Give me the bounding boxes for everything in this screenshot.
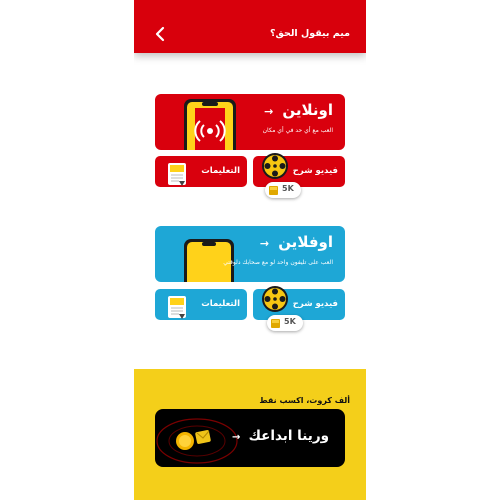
offline-instructions-label: التعليمات [201,299,240,309]
online-instructions-label: التعليمات [201,166,240,176]
online-title: اونلاين → [264,101,333,119]
offline-video-cost-badge: 5K [267,315,303,331]
coin-stack-icon [271,319,280,328]
promo-caption: ألف كروت، اكسب نقط [259,396,350,405]
create-cards-text: ورينا ابداعك [248,428,329,444]
phone-signal-illustration [184,99,236,150]
online-video-button[interactable]: فيديو شرح [253,153,345,187]
instructions-document-icon [168,163,186,186]
create-cards-button[interactable]: ورينا ابداعك → [155,409,345,467]
online-mode-card[interactable]: اونلاين → العب مع أي حد في أي مكان [155,94,345,150]
arrow-right-icon: → [264,105,278,118]
offline-video-badge-text: 5K [284,317,296,326]
arrow-right-icon: → [259,237,273,250]
online-video-badge-text: 5K [282,184,294,193]
online-video-label: فيديو شرح [292,166,338,176]
back-chevron-icon[interactable] [152,24,170,44]
promo-section: ألف كروت، اكسب نقط ورينا ابداعك → [134,369,366,500]
coin-stack-icon [269,186,278,195]
instructions-document-icon [168,296,186,319]
arrow-right-icon: → [231,432,244,443]
online-video-cost-badge: 5K [265,182,301,198]
offline-instructions-button[interactable]: التعليمات [155,289,247,320]
app-screen: ميم بيقول الحق؟ اونلاين → العب مع أي حد … [134,0,366,500]
film-reel-icon [262,286,288,312]
offline-subtitle: العب على تليفون واحد لو مع صحابك دلوقتي [223,259,333,266]
offline-video-label: فيديو شرح [292,299,338,309]
offline-mode-card[interactable]: اوفلاين → العب على تليفون واحد لو مع صحا… [155,226,345,282]
offline-title-text: اوفلاين [278,233,333,251]
top-bar: ميم بيقول الحق؟ [134,0,366,53]
page-title: ميم بيقول الحق؟ [269,28,350,39]
offline-title: اوفلاين → [260,233,333,251]
film-reel-icon [262,153,288,179]
online-instructions-button[interactable]: التعليمات [155,156,247,187]
online-subtitle: العب مع أي حد في أي مكان [262,127,333,134]
phone-illustration [184,239,234,282]
create-cards-label: ورينا ابداعك → [232,428,329,444]
online-title-text: اونلاين [282,101,333,119]
